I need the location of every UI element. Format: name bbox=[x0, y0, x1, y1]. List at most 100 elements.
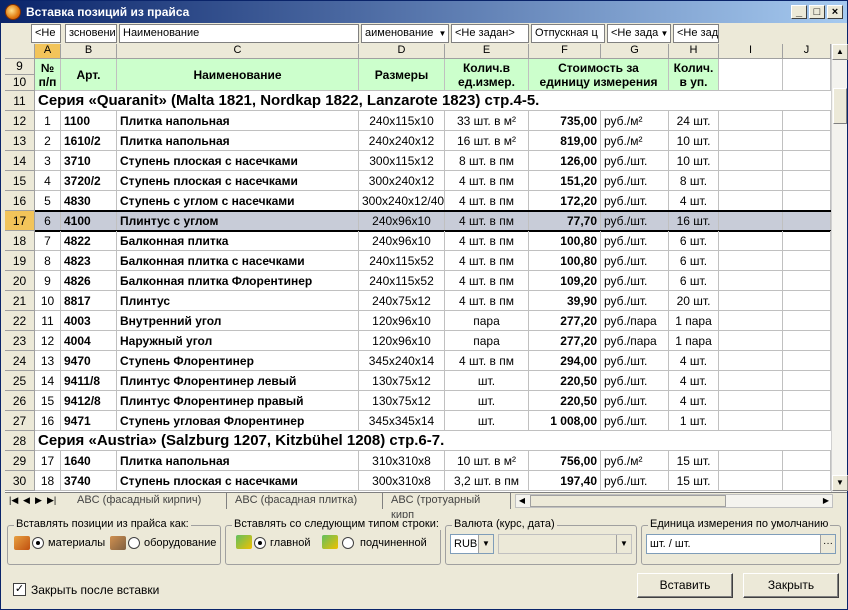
column-header[interactable]: J bbox=[783, 44, 831, 59]
empty-cell[interactable] bbox=[783, 351, 831, 371]
table-cell[interactable]: руб./шт. bbox=[601, 151, 669, 171]
table-cell[interactable]: 6 шт. bbox=[669, 251, 719, 271]
filter-field[interactable]: <Не зад bbox=[673, 24, 719, 43]
table-cell[interactable]: 4 шт. в пм bbox=[445, 211, 529, 231]
table-cell[interactable]: 14 bbox=[35, 371, 61, 391]
table-cell[interactable]: 1 шт. bbox=[669, 411, 719, 431]
empty-cell[interactable] bbox=[719, 251, 783, 271]
empty-cell[interactable] bbox=[783, 331, 831, 351]
empty-cell[interactable] bbox=[783, 391, 831, 411]
table-cell[interactable]: 4830 bbox=[61, 191, 117, 211]
materials-radio[interactable] bbox=[32, 537, 44, 549]
empty-cell[interactable] bbox=[783, 191, 831, 211]
table-cell[interactable]: 3740 bbox=[61, 471, 117, 491]
table-cell[interactable]: Балконная плитка Флорентинер bbox=[117, 271, 359, 291]
column-header[interactable]: A bbox=[35, 44, 61, 59]
table-cell[interactable]: 4 шт. в пм bbox=[445, 351, 529, 371]
table-cell[interactable]: руб./пара bbox=[601, 311, 669, 331]
empty-cell[interactable] bbox=[783, 371, 831, 391]
empty-cell[interactable] bbox=[783, 451, 831, 471]
table-cell[interactable]: Ступень плоская с насечками bbox=[117, 151, 359, 171]
table-cell[interactable]: 1 пара bbox=[669, 311, 719, 331]
sub-row-radio[interactable] bbox=[342, 537, 354, 549]
table-cell[interactable]: 172,20 bbox=[529, 191, 601, 211]
table-cell[interactable]: 735,00 bbox=[529, 111, 601, 131]
table-cell[interactable]: 8817 bbox=[61, 291, 117, 311]
empty-cell[interactable] bbox=[783, 471, 831, 491]
table-cell[interactable]: 16 шт. bbox=[669, 211, 719, 231]
column-header[interactable]: D bbox=[359, 44, 445, 59]
table-cell[interactable]: 109,20 bbox=[529, 271, 601, 291]
table-cell[interactable]: 4 шт. bbox=[669, 371, 719, 391]
table-cell[interactable]: 240x75x12 bbox=[359, 291, 445, 311]
row-header[interactable]: 19 bbox=[5, 251, 35, 271]
row-header[interactable]: 12 bbox=[5, 111, 35, 131]
tab-first-icon[interactable]: |◀ bbox=[9, 495, 18, 506]
table-cell[interactable]: 9412/8 bbox=[61, 391, 117, 411]
column-header[interactable]: H bbox=[669, 44, 719, 59]
table-cell[interactable]: шт. bbox=[445, 391, 529, 411]
sheet-tab[interactable]: ABC (фасадный кирпич) bbox=[69, 493, 227, 509]
row-header[interactable]: 24 bbox=[5, 351, 35, 371]
table-cell[interactable]: 4 шт. в пм bbox=[445, 171, 529, 191]
table-cell[interactable]: 300x310x8 bbox=[359, 471, 445, 491]
row-header[interactable]: 15 bbox=[5, 171, 35, 191]
empty-cell[interactable] bbox=[719, 171, 783, 191]
table-cell[interactable]: 6 шт. bbox=[669, 231, 719, 251]
close-button[interactable]: Закрыть bbox=[743, 573, 839, 598]
table-cell[interactable]: 4 шт. в пм bbox=[445, 231, 529, 251]
table-cell[interactable]: 17 bbox=[35, 451, 61, 471]
table-cell[interactable]: 9471 bbox=[61, 411, 117, 431]
close-after-checkbox[interactable]: ✓ bbox=[13, 583, 26, 596]
table-cell[interactable]: 1 bbox=[35, 111, 61, 131]
table-cell[interactable]: 4 шт. в пм bbox=[445, 271, 529, 291]
table-cell[interactable]: 11 bbox=[35, 311, 61, 331]
table-cell[interactable]: Ступень угловая Флорентинер bbox=[117, 411, 359, 431]
table-cell[interactable]: 300x240x12 bbox=[359, 171, 445, 191]
row-header[interactable]: 28 bbox=[5, 431, 35, 451]
tab-prev-icon[interactable]: ◀ bbox=[23, 495, 30, 506]
spreadsheet-grid[interactable]: A B C D E F G H I J 9 10 № п/п Арт. Наименование Размер… bbox=[5, 44, 831, 492]
row-header[interactable]: 27 bbox=[5, 411, 35, 431]
table-cell[interactable]: руб./шт. bbox=[601, 411, 669, 431]
empty-cell[interactable] bbox=[719, 111, 783, 131]
table-cell[interactable]: руб./м² bbox=[601, 111, 669, 131]
table-cell[interactable]: 100,80 bbox=[529, 251, 601, 271]
chevron-down-icon[interactable]: ▼ bbox=[437, 25, 448, 42]
table-cell[interactable]: 197,40 bbox=[529, 471, 601, 491]
vertical-scrollbar[interactable]: ▲ ▼ bbox=[831, 44, 848, 492]
table-cell[interactable]: руб./пара bbox=[601, 331, 669, 351]
row-header[interactable]: 30 bbox=[5, 471, 35, 491]
table-cell[interactable]: 345x240x14 bbox=[359, 351, 445, 371]
table-cell[interactable]: 10 шт. в м² bbox=[445, 451, 529, 471]
h-scroll-thumb[interactable] bbox=[530, 495, 726, 507]
row-header[interactable]: 17 bbox=[5, 211, 35, 231]
row-header[interactable]: 22 bbox=[5, 311, 35, 331]
table-cell[interactable]: 4100 bbox=[61, 211, 117, 231]
tab-next-icon[interactable]: ▶ bbox=[35, 495, 42, 506]
table-cell[interactable]: пара bbox=[445, 331, 529, 351]
table-cell[interactable]: 4004 bbox=[61, 331, 117, 351]
table-cell[interactable]: Плитка напольная bbox=[117, 131, 359, 151]
table-cell[interactable]: 345x345x14 bbox=[359, 411, 445, 431]
empty-cell[interactable] bbox=[719, 151, 783, 171]
insert-button[interactable]: Вставить bbox=[637, 573, 733, 598]
column-header[interactable]: E bbox=[445, 44, 529, 59]
table-cell[interactable]: 8 bbox=[35, 251, 61, 271]
empty-cell[interactable] bbox=[783, 311, 831, 331]
table-cell[interactable]: 120x96x10 bbox=[359, 331, 445, 351]
filter-field[interactable]: Отпускная ц bbox=[531, 24, 605, 43]
table-cell[interactable]: 310x310x8 bbox=[359, 451, 445, 471]
empty-cell[interactable] bbox=[719, 391, 783, 411]
table-cell[interactable]: 300x240x12/40 bbox=[359, 191, 445, 211]
empty-cell[interactable] bbox=[719, 371, 783, 391]
empty-cell[interactable] bbox=[719, 471, 783, 491]
maximize-button[interactable]: □ bbox=[809, 5, 825, 19]
empty-cell[interactable] bbox=[783, 111, 831, 131]
table-cell[interactable]: 9470 bbox=[61, 351, 117, 371]
scroll-left-icon[interactable]: ◀ bbox=[516, 495, 528, 507]
table-cell[interactable]: руб./шт. bbox=[601, 291, 669, 311]
table-cell[interactable]: 1640 bbox=[61, 451, 117, 471]
table-cell[interactable]: 5 bbox=[35, 191, 61, 211]
column-header[interactable]: G bbox=[601, 44, 669, 59]
